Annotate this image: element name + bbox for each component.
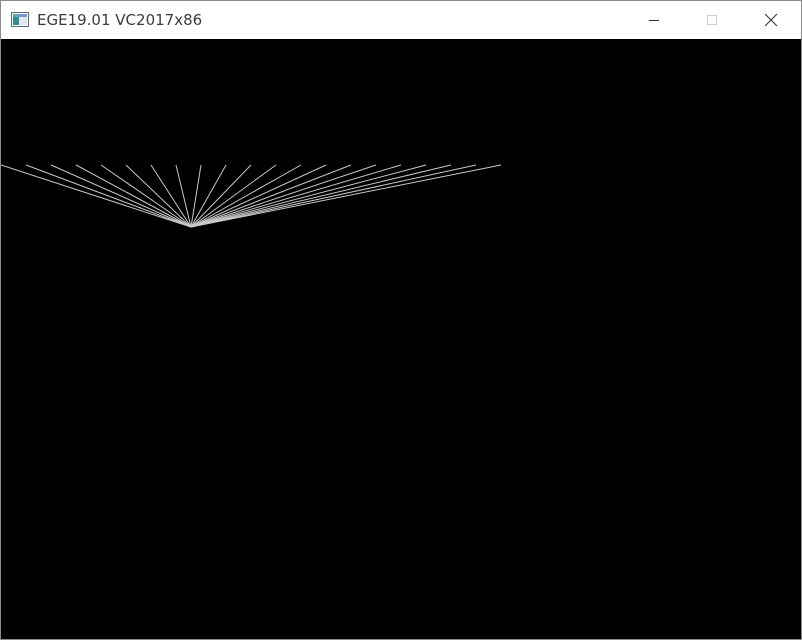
fan-line — [50, 164, 192, 228]
minimize-icon — [649, 20, 659, 21]
fan-line — [190, 164, 452, 228]
fan-line — [75, 164, 192, 228]
fan-line — [190, 164, 427, 228]
fan-line — [25, 164, 192, 228]
fan-line — [190, 164, 402, 228]
fan-line — [190, 164, 327, 228]
app-window: EGE19.01 VC2017x86 — [0, 0, 802, 640]
minimize-button[interactable] — [625, 1, 683, 39]
fan-line — [100, 164, 192, 228]
window-title: EGE19.01 VC2017x86 — [37, 11, 203, 29]
maximize-icon — [707, 15, 717, 25]
drawing-canvas[interactable] — [1, 39, 801, 639]
app-window-icon[interactable] — [11, 12, 29, 27]
close-button[interactable] — [742, 1, 800, 39]
fan-line — [190, 164, 352, 228]
line-fan-drawing — [1, 164, 502, 228]
title-bar[interactable]: EGE19.01 VC2017x86 — [1, 1, 801, 39]
fan-line — [190, 164, 502, 228]
fan-line — [1, 164, 192, 228]
fan-line — [125, 164, 192, 228]
close-icon — [764, 13, 778, 27]
maximize-button[interactable] — [683, 1, 741, 39]
